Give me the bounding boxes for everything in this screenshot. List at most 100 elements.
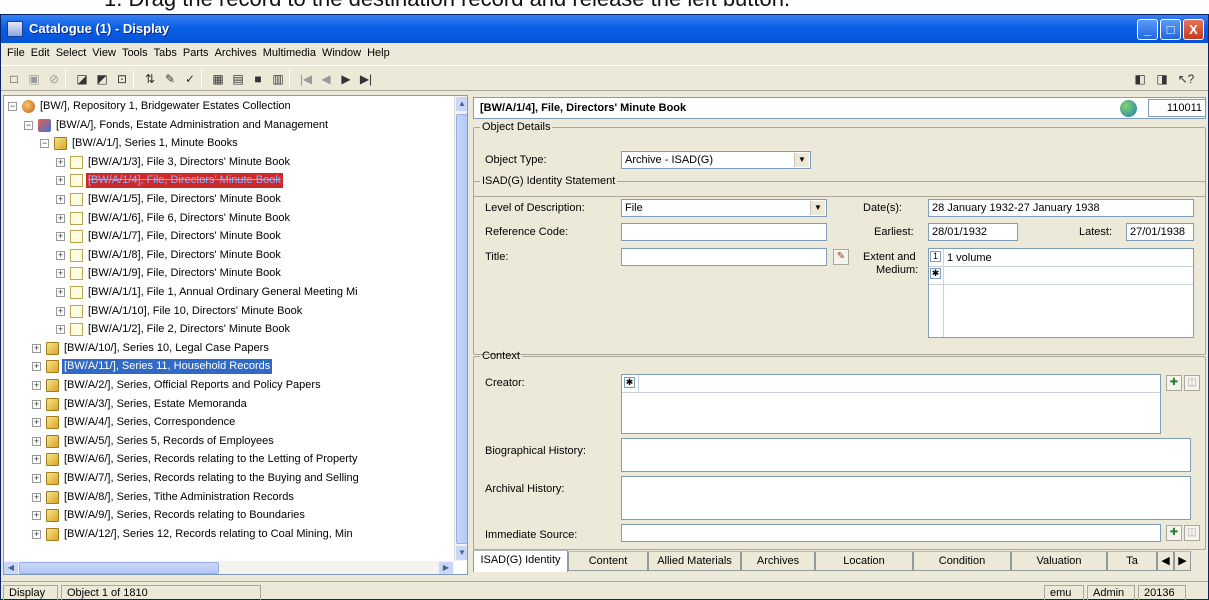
menu-window[interactable]: Window bbox=[319, 44, 364, 59]
tab-scroll-left-icon[interactable]: ◀ bbox=[1157, 551, 1174, 571]
creator-table[interactable]: ✱ bbox=[621, 374, 1161, 434]
menu-tabs[interactable]: Tabs bbox=[151, 44, 180, 59]
menu-help[interactable]: Help bbox=[364, 44, 393, 59]
attach-creator-icon[interactable]: ✚ bbox=[1166, 375, 1182, 391]
minimize-button[interactable]: _ bbox=[1137, 19, 1158, 40]
tree-item[interactable]: − [BW/], Repository 1, Bridgewater Estate… bbox=[4, 99, 452, 114]
menu-tools[interactable]: Tools bbox=[119, 44, 151, 59]
tree-item[interactable]: + [BW/A/11/], Series 11, Household Record… bbox=[4, 359, 452, 375]
expand-icon[interactable]: + bbox=[56, 269, 65, 279]
edit-icon[interactable]: ✎ bbox=[161, 70, 179, 88]
scroll-thumb[interactable] bbox=[19, 562, 219, 574]
first-icon[interactable]: |◀ bbox=[297, 70, 315, 88]
tab-content[interactable]: Content bbox=[568, 551, 648, 571]
tree-item[interactable]: + [BW/A/1/4], File, Directors' Minute Boo… bbox=[4, 173, 452, 189]
view-icon[interactable]: ■ bbox=[249, 70, 267, 88]
page-icon[interactable]: ◪ bbox=[73, 70, 91, 88]
tree-item[interactable]: + [BW/A/1/7], File, Directors' Minute Boo… bbox=[4, 229, 452, 244]
edit-title-icon[interactable]: ✎ bbox=[833, 249, 849, 265]
tab-condition[interactable]: Condition bbox=[913, 551, 1011, 571]
tree-item[interactable]: + [BW/A/8/], Series, Tithe Administration… bbox=[4, 490, 452, 505]
record-icon[interactable]: ◨ bbox=[1153, 70, 1171, 88]
earliest-input[interactable]: 28/01/1932 bbox=[928, 223, 1018, 241]
expand-icon[interactable]: + bbox=[56, 325, 65, 335]
tree-item[interactable]: + [BW/A/1/2], File 2, Directors' Minute B… bbox=[4, 322, 452, 337]
expand-icon[interactable]: + bbox=[56, 250, 65, 260]
spell-icon[interactable]: ✓ bbox=[181, 70, 199, 88]
archival-history-input[interactable] bbox=[621, 476, 1191, 520]
chevron-down-icon[interactable]: ▼ bbox=[794, 153, 809, 167]
tree-item[interactable]: + [BW/A/1/6], File 6, Directors' Minute B… bbox=[4, 211, 452, 226]
record-icon[interactable]: ◧ bbox=[1131, 70, 1149, 88]
tree-item[interactable]: + [BW/A/1/9], File, Directors' Minute Boo… bbox=[4, 266, 452, 281]
expand-icon[interactable]: + bbox=[32, 381, 41, 390]
expand-icon[interactable]: + bbox=[32, 511, 41, 521]
tree-item[interactable]: + [BW/A/10/], Series 10, Legal Case Paper… bbox=[4, 341, 452, 356]
page-icon[interactable]: ◩ bbox=[93, 70, 111, 88]
stop-icon[interactable]: ⊘ bbox=[45, 70, 63, 88]
tree-item[interactable]: + [BW/A/7/], Series, Records relating to … bbox=[4, 471, 452, 486]
scroll-down-icon[interactable]: ▼ bbox=[456, 546, 467, 560]
immediate-source-input[interactable] bbox=[621, 524, 1161, 542]
tree-item[interactable]: + [BW/A/5/], Series 5, Records of Employe… bbox=[4, 434, 452, 449]
tree-item[interactable]: + [BW/A/1/8], File, Directors' Minute Boo… bbox=[4, 248, 452, 263]
next-icon[interactable]: ▶ bbox=[337, 70, 355, 88]
expand-icon[interactable]: + bbox=[56, 176, 65, 186]
save-icon[interactable]: ▣ bbox=[25, 70, 43, 88]
tab-valuation[interactable]: Valuation bbox=[1011, 551, 1107, 571]
tree-vertical-scrollbar[interactable]: ▲ ▼ bbox=[454, 96, 467, 561]
tree-item[interactable]: − [BW/A/], Fonds, Estate Administration a… bbox=[4, 118, 452, 133]
menu-file[interactable]: File bbox=[4, 44, 28, 59]
catalogue-tree[interactable]: − [BW/], Repository 1, Bridgewater Estate… bbox=[3, 95, 468, 575]
tree-item[interactable]: + [BW/A/12/], Series 12, Records relating… bbox=[4, 527, 452, 542]
tab-scroll-right-icon[interactable]: ▶ bbox=[1174, 551, 1191, 571]
object-type-select[interactable]: Archive - ISAD(G) ▼ bbox=[621, 151, 811, 169]
tree-item[interactable]: + [BW/A/3/], Series, Estate Memoranda bbox=[4, 397, 452, 412]
tab-location[interactable]: Location bbox=[815, 551, 913, 571]
menu-multimedia[interactable]: Multimedia bbox=[260, 44, 319, 59]
level-select[interactable]: File ▼ bbox=[621, 199, 827, 217]
new-row-marker[interactable]: ✱ bbox=[930, 268, 941, 279]
expand-icon[interactable]: + bbox=[56, 232, 65, 242]
tree-item[interactable]: + [BW/A/9/], Series, Records relating to … bbox=[4, 508, 452, 523]
tree-item[interactable]: + [BW/A/1/1], File 1, Annual Ordinary Gen… bbox=[4, 285, 452, 300]
expand-icon[interactable]: + bbox=[32, 399, 41, 409]
menu-archives[interactable]: Archives bbox=[212, 44, 260, 59]
tree-item[interactable]: + [BW/A/1/3], File 3, Directors' Minute B… bbox=[4, 155, 452, 170]
expand-icon[interactable]: + bbox=[56, 306, 65, 316]
page-icon[interactable]: ⊡ bbox=[113, 70, 131, 88]
scroll-right-icon[interactable]: ▶ bbox=[439, 562, 453, 574]
bio-history-input[interactable] bbox=[621, 438, 1191, 472]
view-icon[interactable]: ▤ bbox=[229, 70, 247, 88]
tab-allied-materials[interactable]: Allied Materials bbox=[648, 551, 741, 571]
expand-icon[interactable]: + bbox=[56, 288, 65, 297]
tab-isad-identity[interactable]: ISAD(G) Identity bbox=[473, 550, 568, 572]
latest-input[interactable]: 27/01/1938 bbox=[1126, 223, 1194, 241]
prev-icon[interactable]: ◀ bbox=[317, 70, 335, 88]
tree-item[interactable]: + [BW/A/4/], Series, Correspondence bbox=[4, 415, 452, 430]
tab-archives[interactable]: Archives bbox=[741, 551, 815, 571]
sort-icon[interactable]: ⇅ bbox=[141, 70, 159, 88]
view-icon[interactable]: ▥ bbox=[269, 70, 287, 88]
scroll-left-icon[interactable]: ◀ bbox=[4, 562, 18, 574]
tree-item[interactable]: + [BW/A/2/], Series, Official Reports and… bbox=[4, 378, 452, 393]
tab-more[interactable]: Ta bbox=[1107, 551, 1157, 571]
tree-item[interactable]: + [BW/A/6/], Series, Records relating to … bbox=[4, 452, 452, 467]
new-row-marker[interactable]: ✱ bbox=[624, 377, 635, 388]
expand-icon[interactable]: + bbox=[32, 343, 41, 353]
collapse-icon[interactable]: − bbox=[8, 102, 17, 111]
menu-view[interactable]: View bbox=[89, 44, 119, 59]
tree-item[interactable]: + [BW/A/1/10], File 10, Directors' Minute… bbox=[4, 304, 452, 319]
attach-source-icon[interactable]: ✚ bbox=[1166, 525, 1182, 541]
menu-parts[interactable]: Parts bbox=[180, 44, 212, 59]
expand-icon[interactable]: + bbox=[56, 195, 65, 204]
new-icon[interactable]: □ bbox=[5, 70, 23, 88]
scroll-up-icon[interactable]: ▲ bbox=[456, 97, 467, 111]
expand-icon[interactable]: + bbox=[32, 418, 41, 428]
dates-input[interactable]: 28 January 1932-27 January 1938 bbox=[928, 199, 1194, 217]
reference-input[interactable] bbox=[621, 223, 827, 241]
last-icon[interactable]: ▶| bbox=[357, 70, 375, 88]
title-input[interactable] bbox=[621, 248, 827, 266]
collapse-icon[interactable]: − bbox=[24, 120, 33, 130]
expand-icon[interactable]: + bbox=[32, 474, 41, 483]
